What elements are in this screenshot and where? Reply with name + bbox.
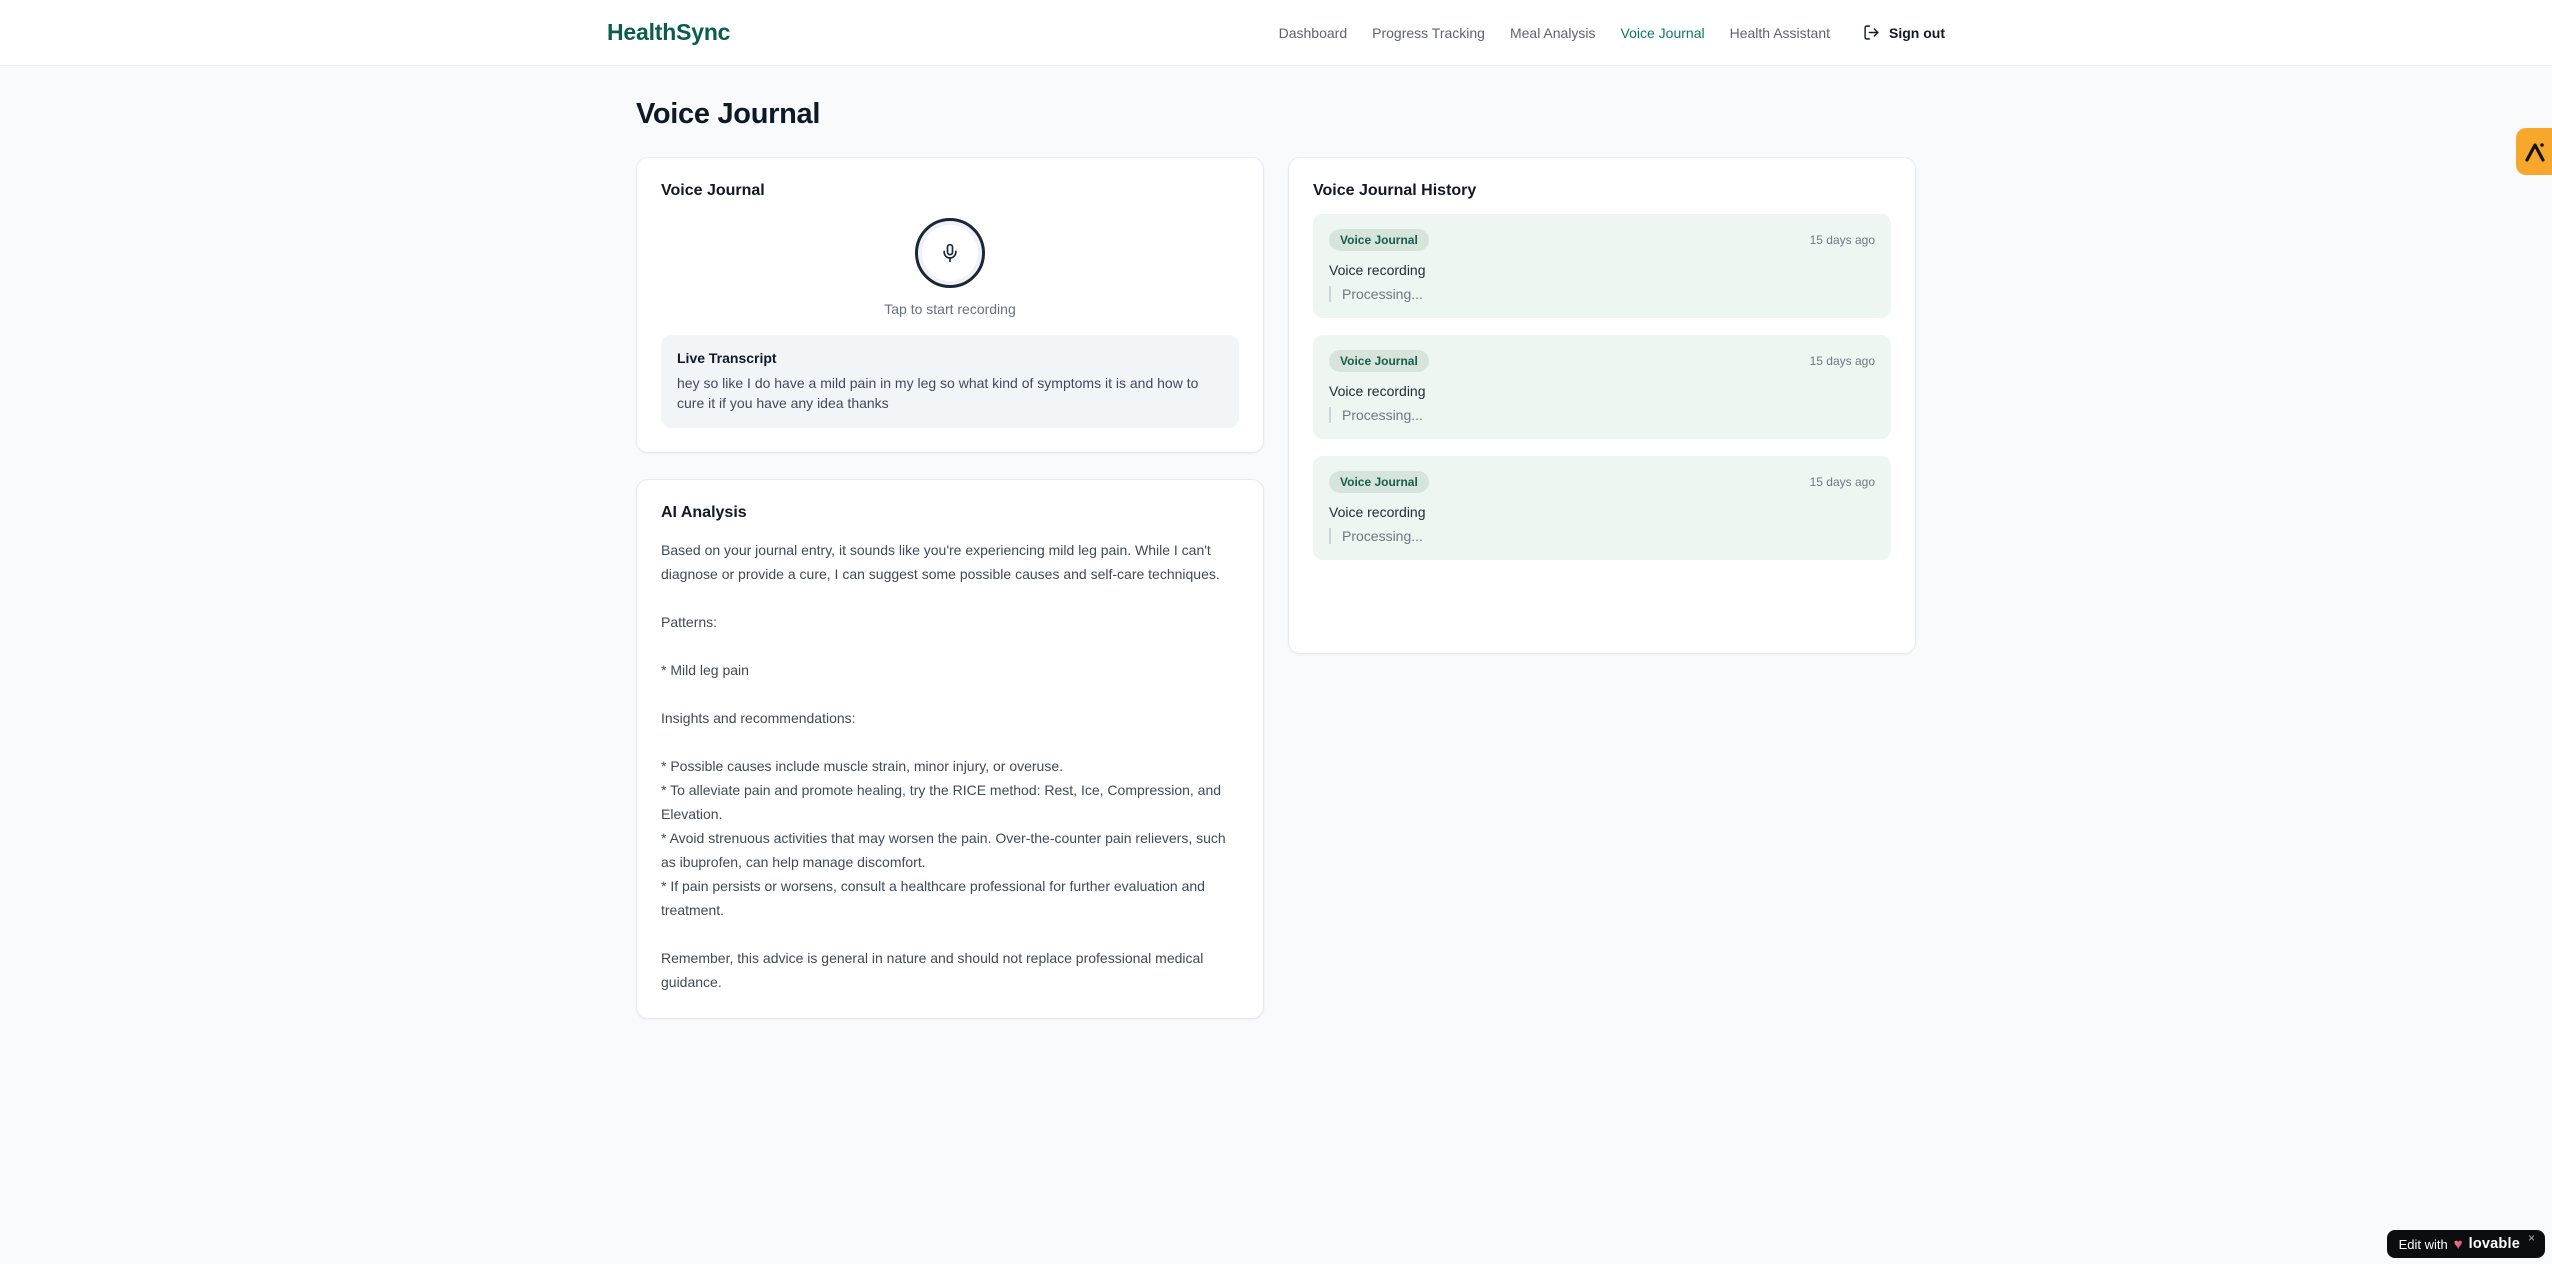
- ai-analysis-card: AI Analysis Based on your journal entry,…: [636, 479, 1264, 1019]
- main-content: Voice Journal Voice Journal Tap to start…: [636, 66, 1916, 1019]
- live-transcript-box: Live Transcript hey so like I do have a …: [661, 335, 1239, 428]
- lovable-brand: lovable: [2468, 1236, 2520, 1252]
- left-column: Voice Journal Tap to start recording Liv…: [636, 157, 1264, 1019]
- recorder-card-title: Voice Journal: [661, 182, 765, 199]
- log-out-icon: [1864, 25, 1879, 40]
- history-entry[interactable]: Voice Journal 15 days ago Voice recordin…: [1313, 456, 1891, 560]
- entry-timestamp: 15 days ago: [1809, 233, 1875, 247]
- entry-timestamp: 15 days ago: [1809, 354, 1875, 368]
- page-title: Voice Journal: [636, 98, 821, 130]
- ai-analysis-body: Based on your journal entry, it sounds l…: [661, 542, 1226, 990]
- logo-a-icon: [2525, 142, 2545, 162]
- ai-analysis-title: AI Analysis: [661, 504, 747, 521]
- entry-type-badge: Voice Journal: [1329, 350, 1429, 372]
- nav-voice-journal[interactable]: Voice Journal: [1621, 25, 1705, 41]
- sign-out-button[interactable]: Sign out: [1863, 24, 1945, 41]
- feedback-tab[interactable]: [2516, 128, 2552, 175]
- nav-health-assistant[interactable]: Health Assistant: [1730, 25, 1830, 41]
- mic-area: Tap to start recording: [661, 214, 1239, 317]
- entry-title: Voice recording: [1329, 504, 1426, 520]
- nav-meal-analysis[interactable]: Meal Analysis: [1510, 25, 1596, 41]
- close-icon[interactable]: ×: [2528, 1231, 2535, 1245]
- entry-status: Processing...: [1329, 286, 1875, 302]
- live-transcript-label: Live Transcript: [677, 350, 777, 366]
- history-entry[interactable]: Voice Journal 15 days ago Voice recordin…: [1313, 335, 1891, 439]
- entry-type-badge: Voice Journal: [1329, 471, 1429, 493]
- lovable-prefix: Edit with: [2398, 1236, 2448, 1252]
- history-entry-header: Voice Journal 15 days ago: [1329, 471, 1875, 493]
- history-entry[interactable]: Voice Journal 15 days ago Voice recordin…: [1313, 214, 1891, 318]
- entry-status: Processing...: [1329, 528, 1875, 544]
- recorder-card: Voice Journal Tap to start recording Liv…: [636, 157, 1264, 453]
- nav-links: Dashboard Progress Tracking Meal Analysi…: [1279, 24, 1945, 41]
- history-card: Voice Journal History Voice Journal 15 d…: [1288, 157, 1916, 654]
- entry-title: Voice recording: [1329, 383, 1426, 399]
- entry-status: Processing...: [1329, 407, 1875, 423]
- heart-icon: ♥: [2453, 1235, 2463, 1253]
- entry-title: Voice recording: [1329, 262, 1426, 278]
- tap-to-record-hint: Tap to start recording: [884, 301, 1016, 317]
- history-entry-header: Voice Journal 15 days ago: [1329, 229, 1875, 251]
- microphone-icon: [943, 243, 957, 263]
- entry-timestamp: 15 days ago: [1809, 475, 1875, 489]
- content-grid: Voice Journal Tap to start recording Liv…: [636, 157, 1916, 1019]
- record-button[interactable]: [915, 218, 985, 288]
- nav-container: HealthSync Dashboard Progress Tracking M…: [607, 0, 1945, 65]
- transcript-text: hey so like I do have a mild pain in my …: [677, 375, 1199, 411]
- history-card-title: Voice Journal History: [1313, 182, 1477, 199]
- lovable-badge[interactable]: Edit with ♥ lovable ×: [2386, 1230, 2545, 1258]
- brand-logo[interactable]: HealthSync: [607, 19, 730, 46]
- entry-type-badge: Voice Journal: [1329, 229, 1429, 251]
- nav-progress-tracking[interactable]: Progress Tracking: [1372, 25, 1485, 41]
- sign-out-label: Sign out: [1889, 24, 1945, 41]
- top-nav: HealthSync Dashboard Progress Tracking M…: [0, 0, 2552, 66]
- nav-dashboard[interactable]: Dashboard: [1279, 25, 1348, 41]
- history-entry-header: Voice Journal 15 days ago: [1329, 350, 1875, 372]
